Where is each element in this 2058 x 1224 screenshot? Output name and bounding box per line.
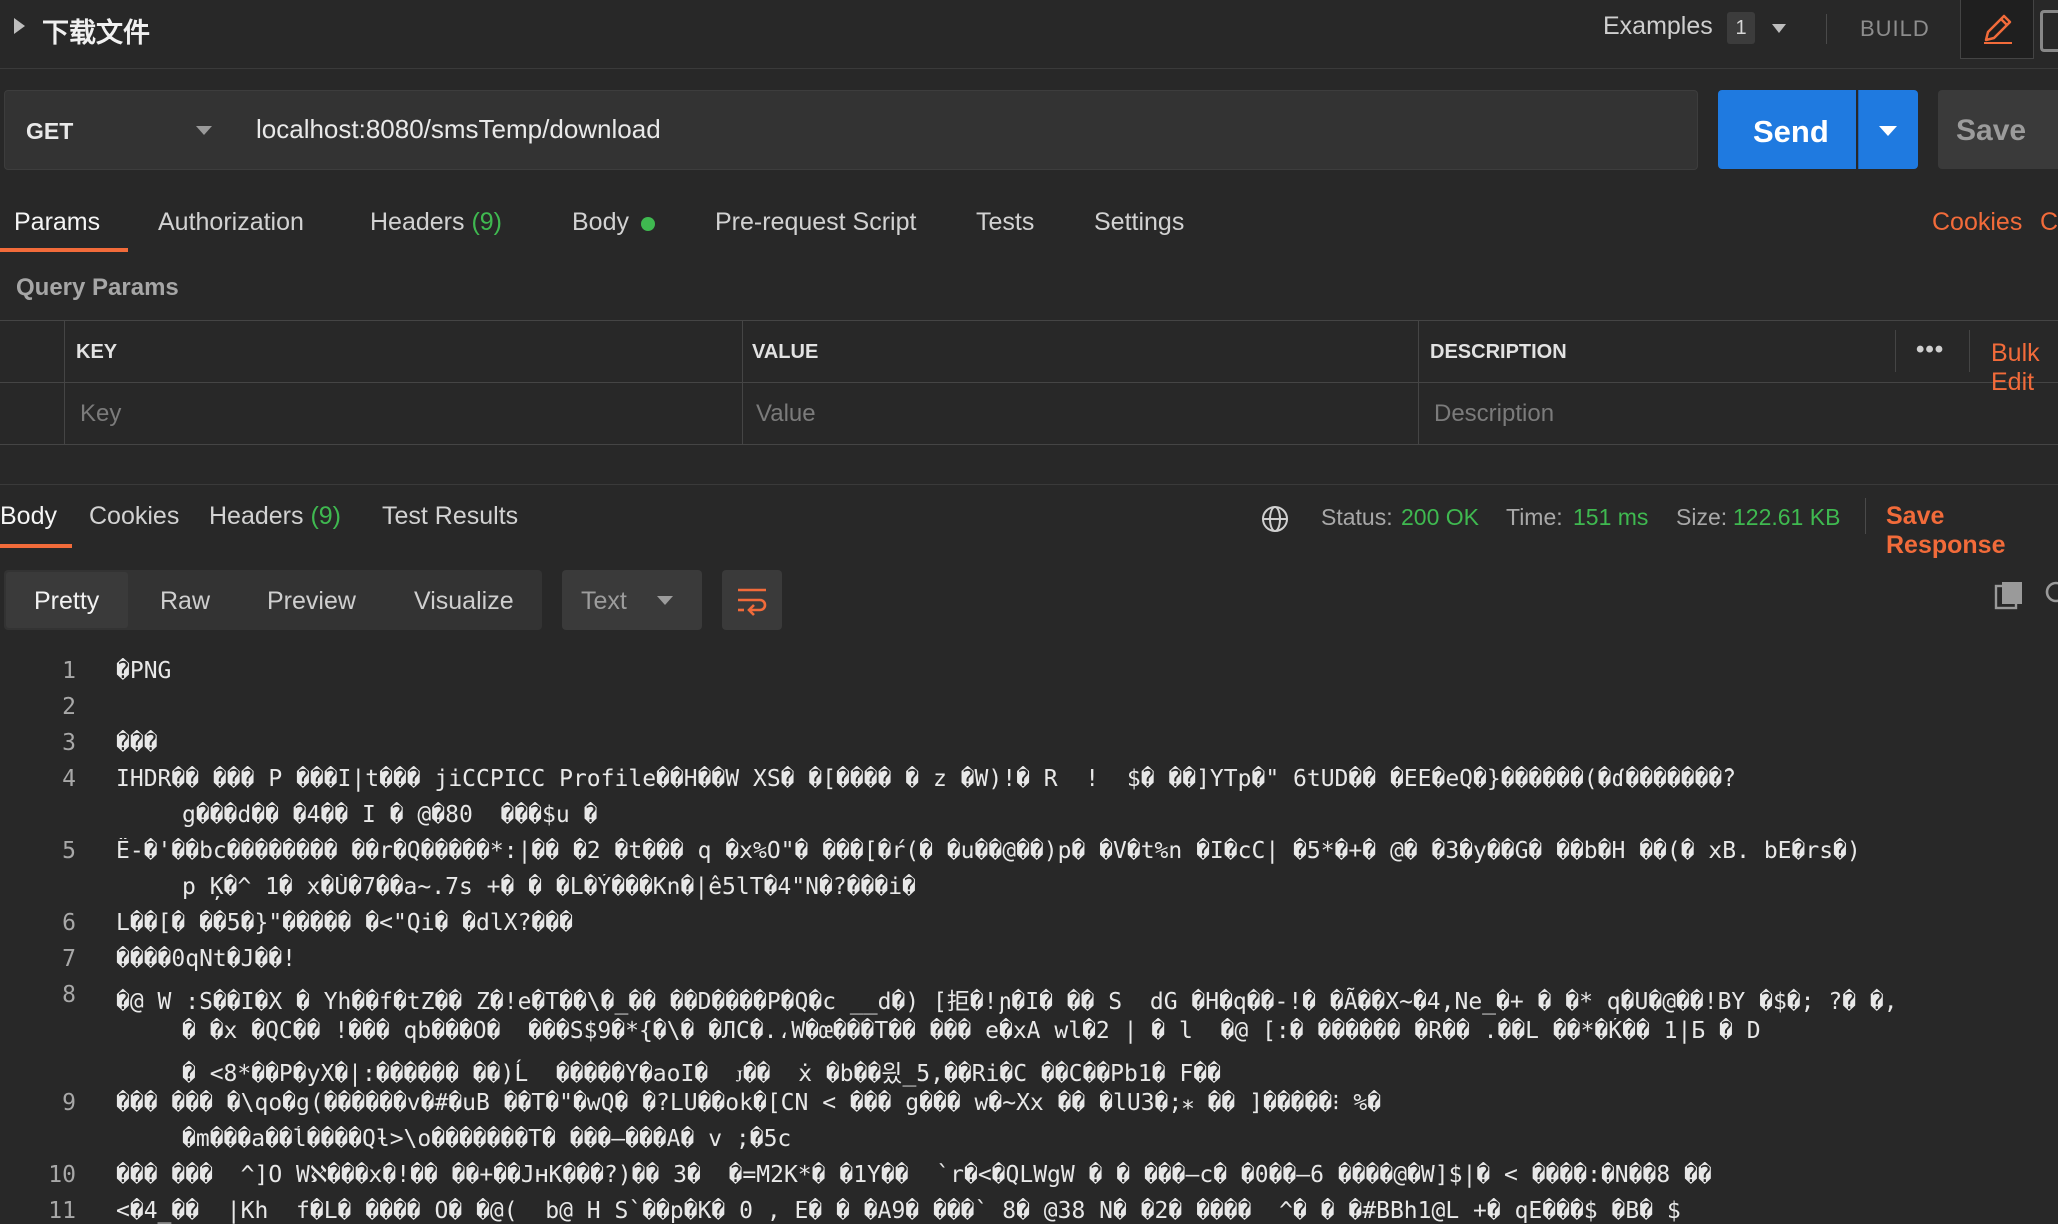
comment-icon[interactable] xyxy=(2040,10,2058,52)
tab-settings[interactable]: Settings xyxy=(1094,208,1184,237)
code-line: �m���a��ĺ����Qƚ>\o�������T� ���—���A� v … xyxy=(182,1126,792,1152)
tab-tests[interactable]: Tests xyxy=(976,208,1034,237)
size-label: Size: xyxy=(1676,504,1728,530)
code-line: L��[� ��5�}"����� �<"Qi� �dlX?��� xyxy=(116,910,573,936)
time-value: 151 ms xyxy=(1573,504,1649,530)
response-tab-headers-count: (9) xyxy=(310,502,342,530)
search-icon[interactable] xyxy=(2044,580,2058,610)
code-line: �PNG xyxy=(116,658,172,684)
value-input[interactable]: Value xyxy=(756,400,816,428)
response-tab-headers[interactable]: Headers (9) xyxy=(209,502,341,531)
table-border xyxy=(0,382,2058,383)
time-label: Time: xyxy=(1506,504,1563,530)
table-border xyxy=(1418,320,1419,444)
active-tab-indicator xyxy=(0,544,72,548)
chevron-down-icon[interactable] xyxy=(196,126,212,135)
save-response-button[interactable]: Save Response xyxy=(1886,502,2058,560)
request-name[interactable]: 下载文件 xyxy=(42,11,150,50)
url-value[interactable]: localhost:8080/smsTemp/download xyxy=(256,114,661,145)
pencil-icon xyxy=(1984,14,2012,44)
line-number: 9 xyxy=(62,1090,76,1116)
globe-icon[interactable] xyxy=(1261,505,1289,533)
view-visualize[interactable]: Visualize xyxy=(414,587,514,616)
tab-headers[interactable]: Headers (9) xyxy=(370,208,502,237)
send-button-label[interactable]: Send xyxy=(1753,114,1829,150)
line-number: 10 xyxy=(48,1162,76,1188)
code-line: ��� ��� ^]O Wℵ���x�!�� ��+��JʜK���?)�� 3… xyxy=(116,1162,1712,1188)
code-line: ��� xyxy=(116,730,158,756)
active-tab-indicator xyxy=(0,248,128,252)
view-raw[interactable]: Raw xyxy=(160,587,210,616)
tab-headers-label: Headers xyxy=(370,208,465,236)
size-value: 122.61 KB xyxy=(1733,504,1841,530)
response-tab-body[interactable]: Body xyxy=(0,502,57,531)
code-line: � <8*��P�yX�|:������ ��)Ĺ �����Y�aoI� ꭻ�… xyxy=(182,1061,1221,1087)
line-number: 3 xyxy=(62,730,76,756)
method-label: GET xyxy=(26,118,74,144)
column-header-description: DESCRIPTION xyxy=(1430,341,1567,363)
tab-body[interactable]: Body xyxy=(572,208,629,237)
table-border xyxy=(64,320,65,444)
divider xyxy=(1865,498,1866,534)
tab-params[interactable]: Params xyxy=(14,208,100,237)
code-line: <�4_�� |Kh f�L� ���� O� �@( b@ H S`��p�K… xyxy=(116,1198,1681,1224)
chevron-down-icon xyxy=(657,596,673,605)
code-line: � �x �QC�� !��� qb���O� ���S$9�*{�\� �ЛC… xyxy=(182,1018,1761,1044)
description-input[interactable]: Description xyxy=(1434,400,1554,428)
cookies-link[interactable]: Cookies xyxy=(1932,208,2022,237)
status-label: Status: xyxy=(1321,504,1393,530)
code-line: ��� ��� �\qo�g(������v�#�uB ��T�"�wQ� �?… xyxy=(116,1090,1382,1116)
chevron-down-icon[interactable] xyxy=(1772,24,1786,33)
chevron-down-icon xyxy=(1879,126,1897,136)
line-number: 4 xyxy=(62,766,76,792)
wrap-lines-icon xyxy=(738,588,767,616)
table-border xyxy=(0,320,2058,321)
tab-headers-count: (9) xyxy=(471,208,503,236)
table-border xyxy=(742,320,743,444)
line-number: 11 xyxy=(48,1198,76,1224)
divider xyxy=(1826,14,1827,44)
divider xyxy=(0,484,2058,485)
copy-icon[interactable] xyxy=(1994,580,2026,612)
format-select-value: Text xyxy=(581,587,627,615)
line-number: 7 xyxy=(62,946,76,972)
code-line: ����0qNt�J��! xyxy=(116,946,297,972)
response-tab-test-results[interactable]: Test Results xyxy=(382,502,518,531)
table-border xyxy=(1969,330,1970,372)
view-preview[interactable]: Preview xyxy=(267,587,356,616)
tab-prerequest-script[interactable]: Pre-request Script xyxy=(715,208,916,237)
response-tab-cookies[interactable]: Cookies xyxy=(89,502,179,531)
line-number: 1 xyxy=(62,658,76,684)
code-line: �@ W :S��I�X � Yh��f�tZ�� Z�!e�T��\�_�� … xyxy=(116,989,1898,1015)
line-number: 8 xyxy=(62,982,76,1008)
code-line: p Ķ�^ 1� x�Ù�7��a~.7s +� � �L�Ý���Kn�|ê5… xyxy=(182,874,916,900)
key-input[interactable]: Key xyxy=(80,400,121,428)
code-line: Ë-�'��bc�������� ��r�Q�����*:|�� �2 �t��… xyxy=(116,838,1861,864)
status-value: 200 OK xyxy=(1401,504,1479,530)
column-header-key: KEY xyxy=(76,341,118,363)
examples-count-badge: 1 xyxy=(1727,12,1755,44)
table-border xyxy=(1895,330,1896,372)
tab-authorization[interactable]: Authorization xyxy=(158,208,304,237)
query-params-title: Query Params xyxy=(16,274,179,301)
code-line: g���d�� �4�� I � @�80 ���$u � xyxy=(182,802,598,828)
code-link[interactable]: Code xyxy=(2040,208,2058,237)
expand-caret-icon[interactable] xyxy=(14,18,25,34)
save-button-label[interactable]: Save xyxy=(1956,114,2026,148)
build-mode-button[interactable]: BUILD xyxy=(1860,16,1930,42)
bulk-edit-link[interactable]: Bulk Edit xyxy=(1991,339,2058,397)
code-line: IHDR�� ��� P ���I|t��� jiCCPICC Profile�… xyxy=(116,766,1737,792)
response-tab-headers-label: Headers xyxy=(209,502,304,530)
line-number: 6 xyxy=(62,910,76,936)
more-options-icon[interactable]: ••• xyxy=(1916,336,1944,364)
view-pretty[interactable]: Pretty xyxy=(34,587,99,616)
table-border xyxy=(0,444,2058,445)
line-number: 5 xyxy=(62,838,76,864)
line-number: 2 xyxy=(62,694,76,720)
examples-button[interactable]: Examples xyxy=(1603,12,1713,41)
body-indicator-dot xyxy=(641,217,655,231)
column-header-value: VALUE xyxy=(752,341,819,363)
